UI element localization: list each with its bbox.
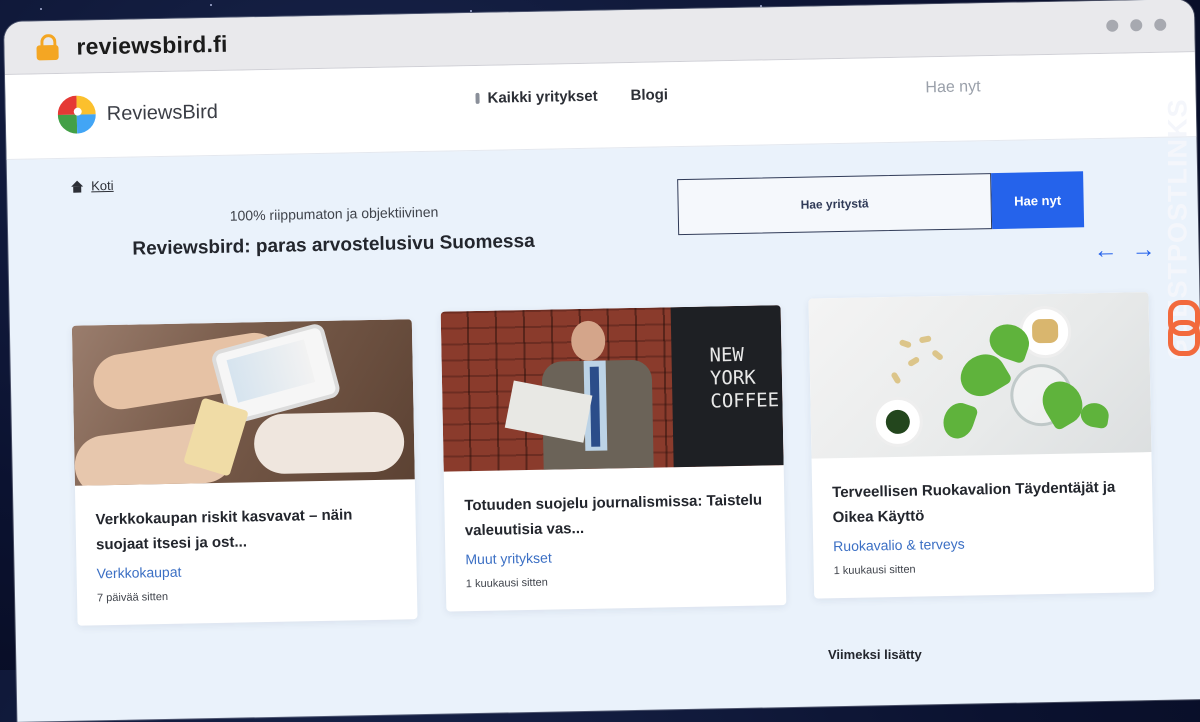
breadcrumb: Koti — [71, 178, 114, 194]
article-card[interactable]: Verkkokaupan riskit kasvavat – näin suoj… — [71, 319, 418, 626]
article-date: 1 kuukausi sitten — [833, 563, 916, 578]
window-dot-icon[interactable] — [1154, 18, 1167, 31]
article-date: 7 päivää sitten — [96, 590, 169, 605]
article-category-link[interactable]: Muut yritykset — [465, 550, 552, 568]
window-dot-icon[interactable] — [1106, 19, 1119, 32]
article-category-link[interactable]: Verkkokaupat — [96, 564, 181, 582]
window-dot-icon[interactable] — [1130, 19, 1143, 32]
hero-tagline: 100% riippumaton ja objektiivinen — [229, 203, 439, 224]
breadcrumb-home-link[interactable]: Koti — [91, 178, 114, 193]
company-search: Hae yritystä Hae nyt — [677, 171, 1085, 236]
window-controls — [1106, 18, 1167, 32]
coffee-sign-text: NEW YORK COFFEE — [709, 343, 780, 413]
chain-link-logo-icon — [1168, 300, 1200, 356]
bird-logo-icon[interactable] — [57, 95, 97, 134]
recently-added-heading: Viimeksi lisätty — [828, 647, 922, 662]
carousel-prev-arrow-icon[interactable]: ← — [1093, 237, 1118, 265]
article-image[interactable] — [71, 319, 415, 486]
nav-all-companies[interactable]: Kaikki yritykset — [475, 87, 598, 107]
search-button[interactable]: Hae nyt — [991, 171, 1085, 230]
article-image[interactable] — [808, 292, 1152, 459]
article-category-link[interactable]: Ruokavalio & terveys — [833, 536, 965, 555]
article-card[interactable]: Terveellisen Ruokavalion Täydentäjät ja … — [808, 292, 1155, 599]
article-card[interactable]: NEW YORK COFFEE Totuuden suojelu journal… — [440, 305, 787, 612]
address-bar[interactable]: reviewsbird.fi — [76, 30, 228, 60]
nav-blog[interactable]: Blogi — [630, 86, 668, 104]
hero-title: Reviewsbird: paras arvostelusivu Suomess… — [132, 230, 535, 260]
article-date: 1 kuukausi sitten — [465, 576, 548, 591]
menu-marker-icon — [475, 92, 480, 104]
nav-search[interactable]: Hae nyt — [925, 78, 980, 97]
browser-window: reviewsbird.fi ReviewsBird Kaikki yrityk… — [4, 0, 1200, 722]
carousel-next-arrow-icon[interactable]: → — [1131, 236, 1156, 264]
article-title[interactable]: Totuuden suojelu journalismissa: Taistel… — [464, 487, 765, 543]
nav-all-companies-label: Kaikki yritykset — [487, 87, 598, 107]
company-search-input[interactable]: Hae yritystä — [677, 173, 993, 236]
article-image[interactable]: NEW YORK COFFEE — [440, 305, 784, 472]
lock-icon — [36, 33, 59, 61]
article-title[interactable]: Verkkokaupan riskit kasvavat – näin suoj… — [95, 502, 396, 558]
site-logo-text[interactable]: ReviewsBird — [107, 101, 219, 126]
article-title[interactable]: Terveellisen Ruokavalion Täydentäjät ja … — [832, 474, 1133, 530]
home-icon — [71, 180, 84, 193]
